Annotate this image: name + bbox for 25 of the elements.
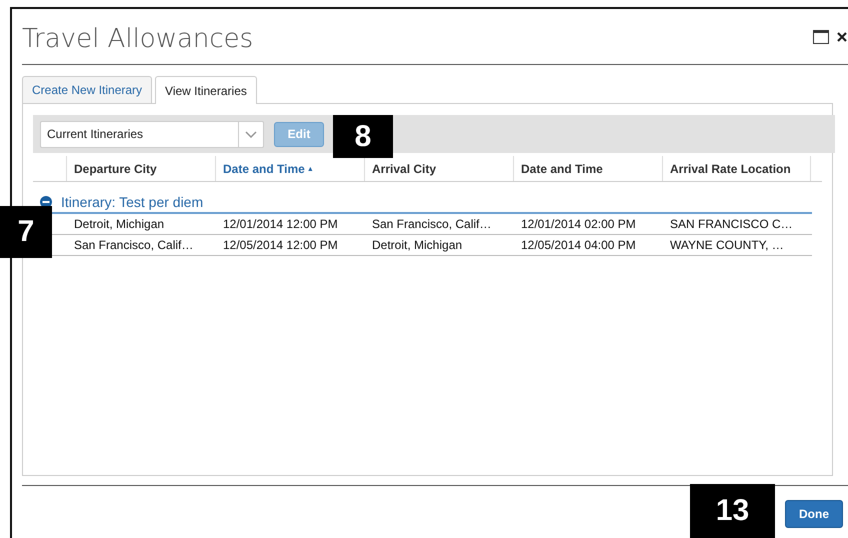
close-icon[interactable]	[837, 32, 847, 42]
window-title: Travel Allowances	[22, 22, 254, 54]
group-label: Itinerary: Test per diem	[61, 194, 204, 210]
table-cell-text: WAYNE COUNTY, …	[669, 238, 785, 252]
tab[interactable]: Create New Itinerary	[22, 76, 152, 103]
tab[interactable]: View Itineraries	[155, 76, 257, 104]
column-header[interactable]: Arrival Rate Location	[662, 156, 811, 181]
table-cell-text: 12/05/2014 04:00 PM	[520, 238, 637, 252]
maximize-icon[interactable]	[813, 30, 829, 44]
table-cell-text: Detroit, Michigan	[73, 217, 166, 231]
table-cell-text: San Francisco, Calif…	[73, 238, 194, 252]
table-cell-text: Detroit, Michigan	[371, 238, 464, 252]
table-cell-text: SAN FRANCISCO C…	[669, 217, 794, 231]
column-header[interactable]: Date and Time	[513, 156, 662, 181]
table-cell-text: 12/01/2014 02:00 PM	[520, 217, 637, 231]
done-button[interactable]: Done	[785, 500, 843, 528]
column-header[interactable]: Departure City	[66, 156, 215, 181]
callout-number: 13	[690, 484, 775, 538]
table-cell-text: 12/01/2014 12:00 PM	[222, 217, 339, 231]
table-cell-text: 12/05/2014 12:00 PM	[222, 238, 339, 252]
caret-icon	[245, 130, 257, 138]
filter-dropdown[interactable]: Current Itineraries	[40, 120, 264, 148]
callout-number: 7	[0, 206, 52, 258]
callout-number: 8	[333, 115, 393, 158]
table-cell-text: San Francisco, Calif…	[371, 217, 492, 231]
